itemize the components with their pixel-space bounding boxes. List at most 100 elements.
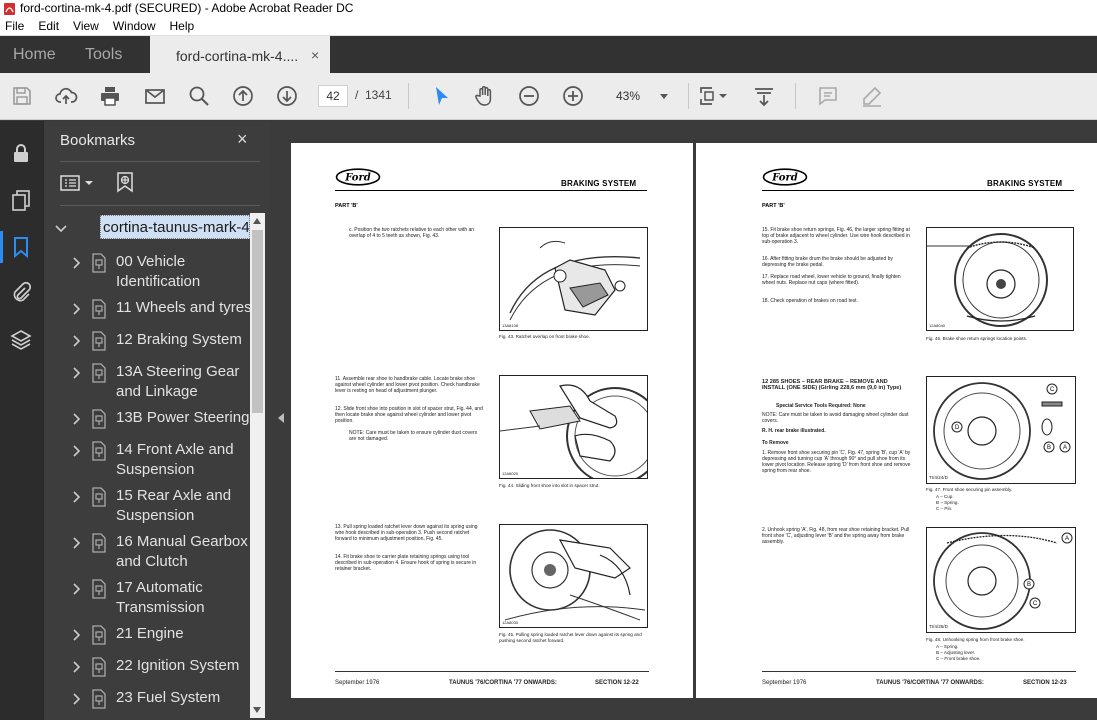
step-text: 18. Check operation of brakes on road te… <box>762 298 858 304</box>
menu-edit[interactable]: Edit <box>32 19 67 33</box>
legend-item: C – Pin. <box>936 506 953 511</box>
save-icon[interactable] <box>10 84 34 108</box>
title-bar: ford-cortina-mk-4.pdf (SECURED) - Adobe … <box>0 0 1097 16</box>
attachment-icon[interactable] <box>9 281 33 305</box>
scroll-mode-icon[interactable] <box>752 84 776 108</box>
panel-collapse-handle[interactable] <box>270 121 291 720</box>
scroll-up-icon[interactable] <box>253 218 261 224</box>
mail-icon[interactable] <box>143 84 167 108</box>
chevron-right-icon[interactable] <box>72 582 82 595</box>
zoom-search-icon[interactable] <box>187 84 211 108</box>
menu-window[interactable]: Window <box>107 19 164 33</box>
bookmark-icon[interactable] <box>9 235 33 259</box>
bookmark-root[interactable]: cortina-taunus-mark-4 <box>100 215 250 239</box>
pdf-page-left: Ford BRAKING SYSTEM PART 'B' c. Position… <box>291 143 693 698</box>
zoom-level-select[interactable]: 43% <box>604 85 674 107</box>
print-icon[interactable] <box>98 84 122 108</box>
document-view[interactable]: Ford BRAKING SYSTEM PART 'B' c. Position… <box>291 121 1097 720</box>
chevron-down-icon <box>660 94 668 99</box>
figure-tag: TI/4/24/D <box>929 475 948 480</box>
menu-help[interactable]: Help <box>164 19 203 33</box>
svg-text:Ford: Ford <box>771 173 797 184</box>
ford-logo: Ford <box>335 168 381 186</box>
toolbar-divider <box>408 83 409 109</box>
tab-tools[interactable]: Tools <box>85 46 122 64</box>
chevron-right-icon[interactable] <box>72 660 82 673</box>
page-thumbnails-icon[interactable] <box>9 188 33 212</box>
svg-text:A: A <box>1063 445 1067 451</box>
legend-item: A – Spring. <box>936 644 959 649</box>
zoom-out-icon[interactable] <box>517 84 541 108</box>
figure-48: A B C TI/4/25/D <box>926 527 1076 633</box>
bookmark-label: 14 Front Axle and Suspension <box>116 441 234 478</box>
figure-43: 13A8108 <box>499 227 648 331</box>
figure-caption: Fig. 48. Unhooking spring from front bra… <box>926 637 1025 642</box>
legend-item: B – Adjusting lever. <box>936 650 976 655</box>
page-up-icon[interactable] <box>231 84 255 108</box>
scroll-down-icon[interactable] <box>253 707 261 713</box>
page-down-icon[interactable] <box>275 84 299 108</box>
ratchet-illustration <box>509 240 641 321</box>
step-text: 17. Replace road wheel, lower vehicle to… <box>762 274 901 286</box>
step-text: 13. Pull spring loaded ratchet lever dow… <box>335 524 478 542</box>
figure-tag: 12A8020 <box>502 471 519 476</box>
hand-icon[interactable] <box>473 84 497 108</box>
bookmark-page-icon <box>90 253 108 273</box>
bookmark-page-icon <box>90 579 108 599</box>
lock-icon[interactable] <box>9 141 33 165</box>
bookmark-page-icon <box>90 331 108 351</box>
chevron-left-icon[interactable] <box>278 413 284 423</box>
bookmarks-tree: cortina-taunus-mark-4 00 Vehicle Identif… <box>44 215 254 720</box>
header-rule <box>335 190 647 191</box>
chevron-right-icon[interactable] <box>72 490 82 503</box>
bookmark-page-icon <box>90 441 108 461</box>
step-text: 16. After fitting brake drum the brake s… <box>762 256 893 268</box>
chevron-right-icon[interactable] <box>72 412 82 425</box>
bookmark-options-icon[interactable] <box>60 173 100 193</box>
chevron-right-icon[interactable] <box>72 628 82 641</box>
chevron-right-icon[interactable] <box>72 692 82 705</box>
bookmarks-scrollbar[interactable] <box>250 213 265 718</box>
tab-document[interactable]: ford-cortina-mk-4.... × <box>150 36 330 73</box>
window-title: ford-cortina-mk-4.pdf (SECURED) - Adobe … <box>20 1 354 15</box>
chevron-right-icon[interactable] <box>72 256 82 269</box>
securing-pin-illustration: D C B A <box>933 382 1071 480</box>
footer-date: September 1976 <box>335 680 380 686</box>
figure-caption: Fig. 44. Sliding front shoe into slot in… <box>499 483 600 488</box>
figure-tag: TI/4/25/D <box>929 624 948 629</box>
panel-divider <box>60 205 260 206</box>
legend-item: C – Front brake shoe. <box>936 656 981 661</box>
tab-home[interactable]: Home <box>13 46 56 64</box>
scroll-thumb[interactable] <box>252 230 263 413</box>
upload-cloud-icon[interactable] <box>54 84 78 108</box>
part-label: PART 'B' <box>335 203 358 209</box>
bookmark-label: 22 Ignition System <box>116 657 240 674</box>
menu-file[interactable]: File <box>0 19 32 33</box>
figure-caption: Fig. 43. Ratchet overlap on front brake … <box>499 334 590 339</box>
step-text: 15. Fit brake shoe return springs, Fig. … <box>762 227 910 245</box>
comment-icon[interactable] <box>816 84 840 108</box>
footer-section: SECTION 12-22 <box>595 680 639 686</box>
svg-text:B: B <box>1027 582 1031 588</box>
chevron-down-icon[interactable] <box>718 84 728 108</box>
chevron-right-icon[interactable] <box>72 334 82 347</box>
tab-document-label: ford-cortina-mk-4.... <box>176 48 299 64</box>
footer-section: SECTION 12-23 <box>1023 680 1067 686</box>
zoom-in-icon[interactable] <box>561 84 585 108</box>
bookmark-label: 15 Rear Axle and Suspension <box>116 487 232 524</box>
page-number-input[interactable]: 42 <box>318 85 348 107</box>
new-bookmark-icon[interactable] <box>114 171 136 193</box>
pen-icon[interactable] <box>860 84 884 108</box>
select-cursor-icon[interactable] <box>430 84 454 108</box>
chevron-right-icon[interactable] <box>72 302 82 315</box>
chevron-right-icon[interactable] <box>72 536 82 549</box>
bookmark-page-icon <box>90 409 108 429</box>
layers-icon[interactable] <box>9 328 33 352</box>
close-icon[interactable]: × <box>237 129 248 150</box>
figure-caption: Fig. 46. Brake shoe return springs locat… <box>926 336 1028 341</box>
chevron-right-icon[interactable] <box>72 444 82 457</box>
tab-close-icon[interactable]: × <box>311 47 319 63</box>
chevron-right-icon[interactable] <box>72 366 82 379</box>
chevron-down-icon[interactable] <box>55 221 67 233</box>
menu-view[interactable]: View <box>67 19 107 33</box>
